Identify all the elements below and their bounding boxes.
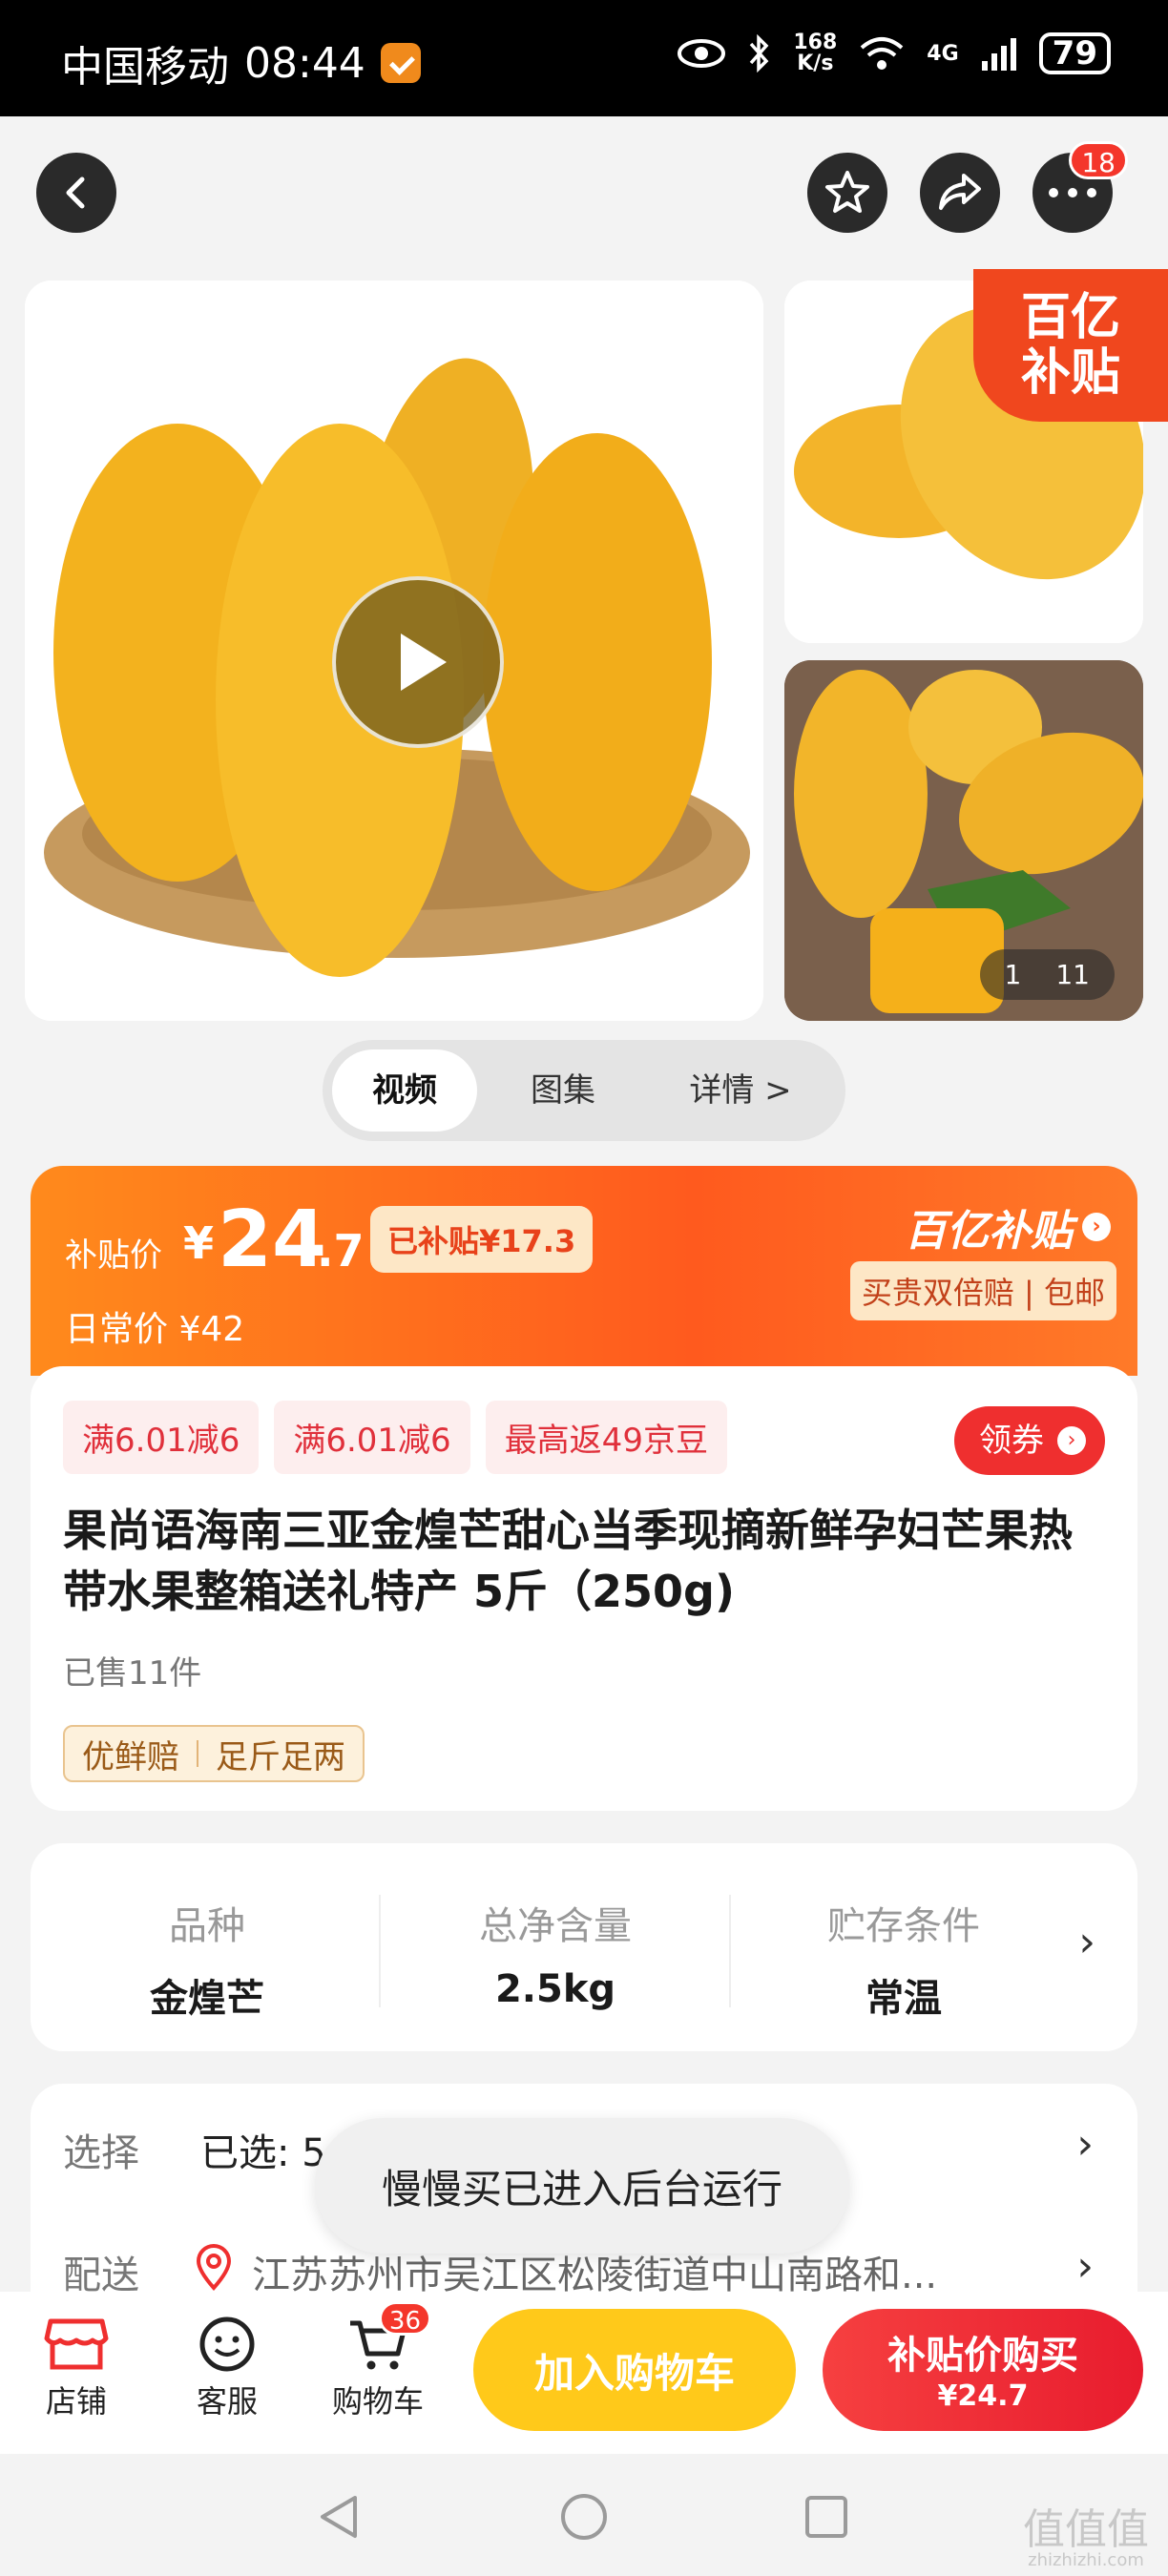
status-bar: 中国移动 08:44 168 K/s 4G 79 xyxy=(0,0,1168,116)
spec-net-weight: 总净含量 2.5kg xyxy=(479,1904,632,2011)
eye-icon xyxy=(678,39,726,68)
service-tag: 优鲜赔 xyxy=(82,1737,179,1776)
subsidy-corner-badge: 百亿 补贴 xyxy=(973,269,1168,422)
add-to-cart-button[interactable]: 加入购物车 xyxy=(473,2309,796,2431)
play-video-icon[interactable] xyxy=(332,576,504,748)
specs-card[interactable]: 品种 金煌芒 总净含量 2.5kg 贮存条件 常温 › xyxy=(31,1843,1137,2051)
product-gallery: 百亿 补贴 1 11 xyxy=(0,269,1168,1023)
regular-price: 日常价 ¥42 xyxy=(65,1310,245,1349)
service-tags[interactable]: 优鲜赔 足斤足两 xyxy=(63,1725,365,1782)
get-coupon-button[interactable]: 领券 › xyxy=(954,1406,1105,1475)
top-navigation: 18 xyxy=(0,116,1168,269)
cart-label: 购物车 xyxy=(331,2383,424,2420)
spec-divider xyxy=(379,1895,381,2007)
back-button[interactable] xyxy=(36,153,116,233)
nav-back-icon[interactable] xyxy=(315,2492,363,2542)
clock: 08:44 xyxy=(244,38,365,88)
product-thumbnail-2[interactable]: 1 11 xyxy=(784,660,1143,1021)
battery-indicator: 79 xyxy=(1038,32,1111,74)
spec-storage: 贮存条件 常温 xyxy=(827,1904,980,2021)
coupon-tag[interactable]: 满6.01减6 xyxy=(274,1401,470,1474)
shop-button[interactable]: 店铺 xyxy=(19,2311,134,2421)
favorite-button[interactable] xyxy=(807,153,887,233)
share-icon xyxy=(939,174,981,210)
system-navigation-bar: 值值值 zhizhizhi.com xyxy=(0,2454,1168,2576)
tab-gallery[interactable]: 图集 xyxy=(490,1049,636,1132)
customer-service-button[interactable]: 客服 xyxy=(170,2311,284,2421)
subsidy-price-label: 补贴价 xyxy=(65,1236,162,1275)
bottom-action-bar: 店铺 客服 36 购物车 加入购物车 补贴价购买 ¥24.7 xyxy=(0,2292,1168,2454)
location-pin-icon xyxy=(196,2244,232,2292)
smiley-chat-icon xyxy=(199,2316,255,2372)
buy-now-button[interactable]: 补贴价购买 ¥24.7 xyxy=(823,2309,1143,2431)
buy-price: ¥24.7 xyxy=(937,2379,1029,2413)
cart-button[interactable]: 36 购物车 xyxy=(321,2301,435,2421)
network-speed: 168 K/s xyxy=(793,31,838,75)
chevron-left-icon xyxy=(66,177,85,209)
price-integer: 24 xyxy=(218,1195,327,1285)
nav-recents-icon[interactable] xyxy=(803,2494,849,2540)
image-counter: 1 11 xyxy=(979,949,1115,1000)
subsidy-brand-link[interactable]: 百亿补贴 › xyxy=(905,1196,1111,1257)
carrier-label: 中国移动 xyxy=(61,43,229,92)
wifi-icon xyxy=(860,37,904,70)
product-info-card: 满6.01减6 满6.01减6 最高返49京豆 领券 › 果尚语海南三亚金煌芒甜… xyxy=(31,1366,1137,1811)
chevron-right-icon: › xyxy=(1057,1426,1086,1455)
service-label: 客服 xyxy=(196,2383,258,2420)
price-decimal: .7 xyxy=(317,1225,365,1277)
tab-video[interactable]: 视频 xyxy=(332,1049,477,1132)
nav-home-icon[interactable] xyxy=(559,2492,609,2542)
chevron-right-icon[interactable]: › xyxy=(1076,2120,1094,2169)
coupon-list: 满6.01减6 满6.01减6 最高返49京豆 xyxy=(63,1401,727,1474)
product-title: 果尚语海南三亚金煌芒甜心当季现摘新鲜孕妇芒果热带水果整箱送礼特产 5斤（250g… xyxy=(63,1505,1073,1617)
spec-variety: 品种 金煌芒 xyxy=(150,1904,264,2021)
currency-symbol: ¥ xyxy=(183,1217,215,1269)
guarantee-tag: 买贵双倍赔 | 包邮 xyxy=(849,1261,1116,1320)
more-badge: 18 xyxy=(1069,141,1128,179)
shop-label: 店铺 xyxy=(45,2383,107,2420)
service-tag: 足斤足两 xyxy=(216,1737,345,1776)
select-label: 选择 xyxy=(63,2131,139,2175)
chevron-right-icon: › xyxy=(1078,1918,1095,1966)
notification-app-icon xyxy=(380,43,421,83)
sold-count: 已售11件 xyxy=(63,1654,202,1693)
subsidized-amount-badge: 已补贴¥17.3 xyxy=(370,1206,594,1273)
watermark: 值值值 zhizhizhi.com xyxy=(1023,2505,1149,2570)
background-toast: 慢慢买已进入后台运行 xyxy=(315,2118,849,2254)
price-banner: 补贴价 ¥ 24 .7 已补贴¥17.3 日常价 ¥42 百亿补贴 › 买贵双倍… xyxy=(31,1166,1137,1376)
bluetooth-icon xyxy=(750,34,769,73)
product-video-cover[interactable] xyxy=(25,280,763,1021)
tab-details[interactable]: 详情 > xyxy=(647,1049,834,1132)
more-button[interactable]: 18 xyxy=(1032,141,1128,233)
chevron-right-icon[interactable]: › xyxy=(1076,2242,1094,2291)
coupon-tag[interactable]: 最高返49京豆 xyxy=(485,1401,727,1474)
star-icon xyxy=(825,171,869,213)
media-tabs: 视频 图集 详情 > xyxy=(323,1040,845,1141)
shop-icon xyxy=(44,2318,109,2370)
select-value[interactable]: 已选: 5 xyxy=(200,2122,326,2177)
buy-label: 补贴价购买 xyxy=(887,2334,1078,2378)
more-dots-icon xyxy=(1049,188,1096,197)
cart-count-badge: 36 xyxy=(378,2301,431,2336)
share-button[interactable] xyxy=(920,153,1000,233)
spec-divider xyxy=(729,1895,731,2007)
signal-icon xyxy=(981,38,1016,71)
chevron-right-icon: › xyxy=(1082,1213,1111,1241)
network-type: 4G xyxy=(927,41,959,66)
coupon-tag[interactable]: 满6.01减6 xyxy=(63,1401,260,1474)
